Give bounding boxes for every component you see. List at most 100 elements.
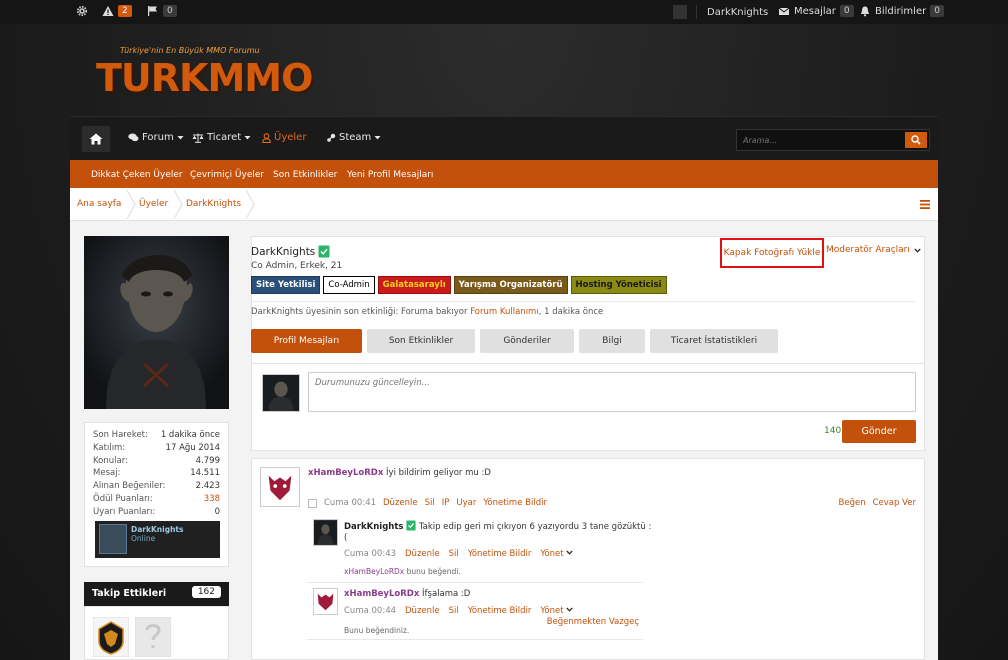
username-link[interactable]: DarkKnights	[707, 7, 768, 18]
subnav-dikkat-ceken[interactable]: Dikkat Çeken Üyeler	[91, 170, 183, 180]
comment-avatar[interactable]	[313, 588, 338, 615]
tab-bilgi[interactable]: Bilgi	[579, 329, 645, 353]
moderator-tools-button[interactable]: Moderatör Araçları	[826, 245, 921, 255]
nav-forum[interactable]: Forum	[128, 132, 184, 143]
manage-button[interactable]: Yönet	[540, 606, 573, 616]
report-link[interactable]: Yönetime Bildir	[483, 498, 547, 508]
stat-label: Konular:	[93, 455, 128, 466]
subnav-yeni-profil-mesajlari[interactable]: Yeni Profil Mesajları	[347, 170, 433, 180]
composer-avatar	[262, 374, 300, 412]
search-input[interactable]	[737, 130, 903, 150]
subnav-son-etkinlikler[interactable]: Son Etkinlikler	[273, 170, 337, 180]
gear-icon[interactable]	[76, 5, 88, 17]
nav-uyeler[interactable]: Üyeler	[262, 132, 306, 143]
online-avatar	[99, 524, 127, 554]
search-box	[736, 129, 930, 151]
caret-down-icon	[244, 136, 251, 140]
messages-label: Mesajlar	[794, 5, 836, 17]
tab-ticaret-istatistikleri[interactable]: Ticaret İstatistikleri	[650, 329, 778, 353]
search-button[interactable]	[905, 132, 927, 148]
breadcrumb-current[interactable]: DarkKnights	[186, 199, 241, 209]
scale-icon	[192, 133, 204, 143]
delete-link[interactable]: Sil	[449, 606, 459, 616]
home-button[interactable]	[82, 126, 110, 152]
edit-link[interactable]: Düzenle	[383, 498, 418, 508]
online-status-card: DarkKnights Online	[95, 521, 220, 558]
tab-gonderiler[interactable]: Gönderiler	[480, 329, 574, 353]
menu-icon[interactable]	[920, 200, 930, 209]
comment-time[interactable]: Cuma 00:44	[344, 606, 396, 616]
last-activity-link[interactable]: Forum Kullanımı	[470, 307, 539, 317]
nav-ticaret[interactable]: Ticaret	[192, 132, 251, 143]
tab-son-etkinlikler[interactable]: Son Etkinlikler	[367, 329, 475, 353]
breadcrumb-uyeler[interactable]: Üyeler	[139, 199, 168, 209]
delete-link[interactable]: Sil	[425, 498, 435, 508]
tab-profil-mesajlari[interactable]: Profil Mesajları	[251, 329, 362, 353]
comment-avatar[interactable]	[313, 519, 338, 546]
unlike-link[interactable]: Beğenmekten Vazgeç	[547, 617, 639, 627]
chevron-down-icon	[566, 550, 573, 555]
messages-button[interactable]: Mesajlar 0	[778, 5, 854, 17]
liked-user[interactable]: xHamBeyLoRDx	[344, 567, 404, 576]
breadcrumb-home[interactable]: Ana sayfa	[77, 199, 121, 209]
user-menu[interactable]: DarkKnights	[673, 5, 768, 19]
banner-hosting-yoneticisi: Hosting Yöneticisi	[570, 276, 667, 294]
stat-value: 17 Ağu 2014	[165, 442, 220, 453]
char-count: 140	[824, 426, 842, 436]
caret-down-icon	[177, 136, 184, 140]
nav-forum-label: Forum	[142, 132, 174, 143]
following-count[interactable]: 162	[191, 586, 221, 598]
reply-link[interactable]: Cevap Ver	[873, 498, 916, 508]
comment-author[interactable]: xHamBeyLoRDx	[344, 589, 419, 599]
user-icon	[262, 132, 271, 143]
nav-steam[interactable]: Steam	[326, 132, 381, 143]
ip-link[interactable]: IP	[442, 498, 450, 508]
moderator-tools-label: Moderatör Araçları	[826, 245, 910, 255]
stat-value-link[interactable]: 338	[204, 493, 220, 506]
edit-link[interactable]: Düzenle	[405, 549, 440, 559]
home-icon	[89, 133, 103, 145]
delete-link[interactable]: Sil	[449, 549, 459, 559]
manage-label: Yönet	[540, 549, 564, 559]
comment-item: xHamBeyLoRDx İfşalama :D Cuma 00:44 Düze…	[307, 586, 643, 640]
stat-row: Ödül Puanları: 338	[93, 493, 220, 506]
alerts-button[interactable]: 2	[102, 5, 132, 17]
select-checkbox[interactable]	[308, 498, 317, 508]
comment-author[interactable]: DarkKnights	[344, 522, 403, 532]
warn-link[interactable]: Uyar	[456, 498, 476, 508]
post-author[interactable]: xHamBeyLoRDx	[308, 468, 383, 478]
stat-row: Katılım: 17 Ağu 2014	[93, 442, 220, 455]
stat-label: Mesaj:	[93, 468, 121, 479]
cover-photo-upload-button[interactable]: Kapak Fotoğrafı Yükle	[720, 238, 824, 268]
report-link[interactable]: Yönetime Bildir	[468, 606, 532, 616]
profile-avatar[interactable]	[84, 236, 229, 409]
comment-meta: Cuma 00:44 Düzenle Sil Yönetime Bildir Y…	[344, 606, 573, 616]
stat-row: Uyarı Puanları: 0	[93, 506, 220, 519]
flags-button[interactable]: 0	[147, 5, 177, 17]
stat-row: Konular: 4.799	[93, 455, 220, 468]
breadcrumb: Ana sayfa Üyeler DarkKnights	[70, 188, 938, 221]
user-banners: Site Yetkilisi Co-Admin Galatasaraylı Ya…	[251, 276, 667, 294]
report-link[interactable]: Yönetime Bildir	[468, 549, 532, 559]
stat-label: Uyarı Puanları:	[93, 506, 156, 517]
breadcrumb-separator	[245, 190, 255, 219]
notifications-count: 0	[930, 5, 944, 17]
subnav-cevrimici[interactable]: Çevrimiçi Üyeler	[190, 170, 264, 180]
post-author-avatar[interactable]	[260, 467, 300, 507]
manage-button[interactable]: Yönet	[540, 549, 573, 559]
following-avatar[interactable]	[93, 617, 129, 657]
last-activity-time: , 1 dakika önce	[538, 307, 604, 317]
post-time[interactable]: Cuma 00:41	[324, 498, 376, 508]
status-input[interactable]	[308, 372, 916, 412]
site-logo[interactable]: Türkiye'nin En Büyük MMO Forumu TURKMMO	[96, 44, 313, 100]
stat-row: Son Hareket: 1 dakika önce	[93, 429, 220, 442]
bell-icon	[861, 6, 869, 17]
notifications-button[interactable]: Bildirimler 0	[859, 5, 944, 17]
like-link[interactable]: Beğen	[839, 498, 866, 508]
send-button[interactable]: Gönder	[842, 420, 916, 443]
breadcrumb-separator	[173, 190, 183, 219]
following-avatar[interactable]	[135, 617, 171, 657]
edit-link[interactable]: Düzenle	[405, 606, 440, 616]
manage-label: Yönet	[540, 606, 564, 616]
comment-time[interactable]: Cuma 00:43	[344, 549, 396, 559]
